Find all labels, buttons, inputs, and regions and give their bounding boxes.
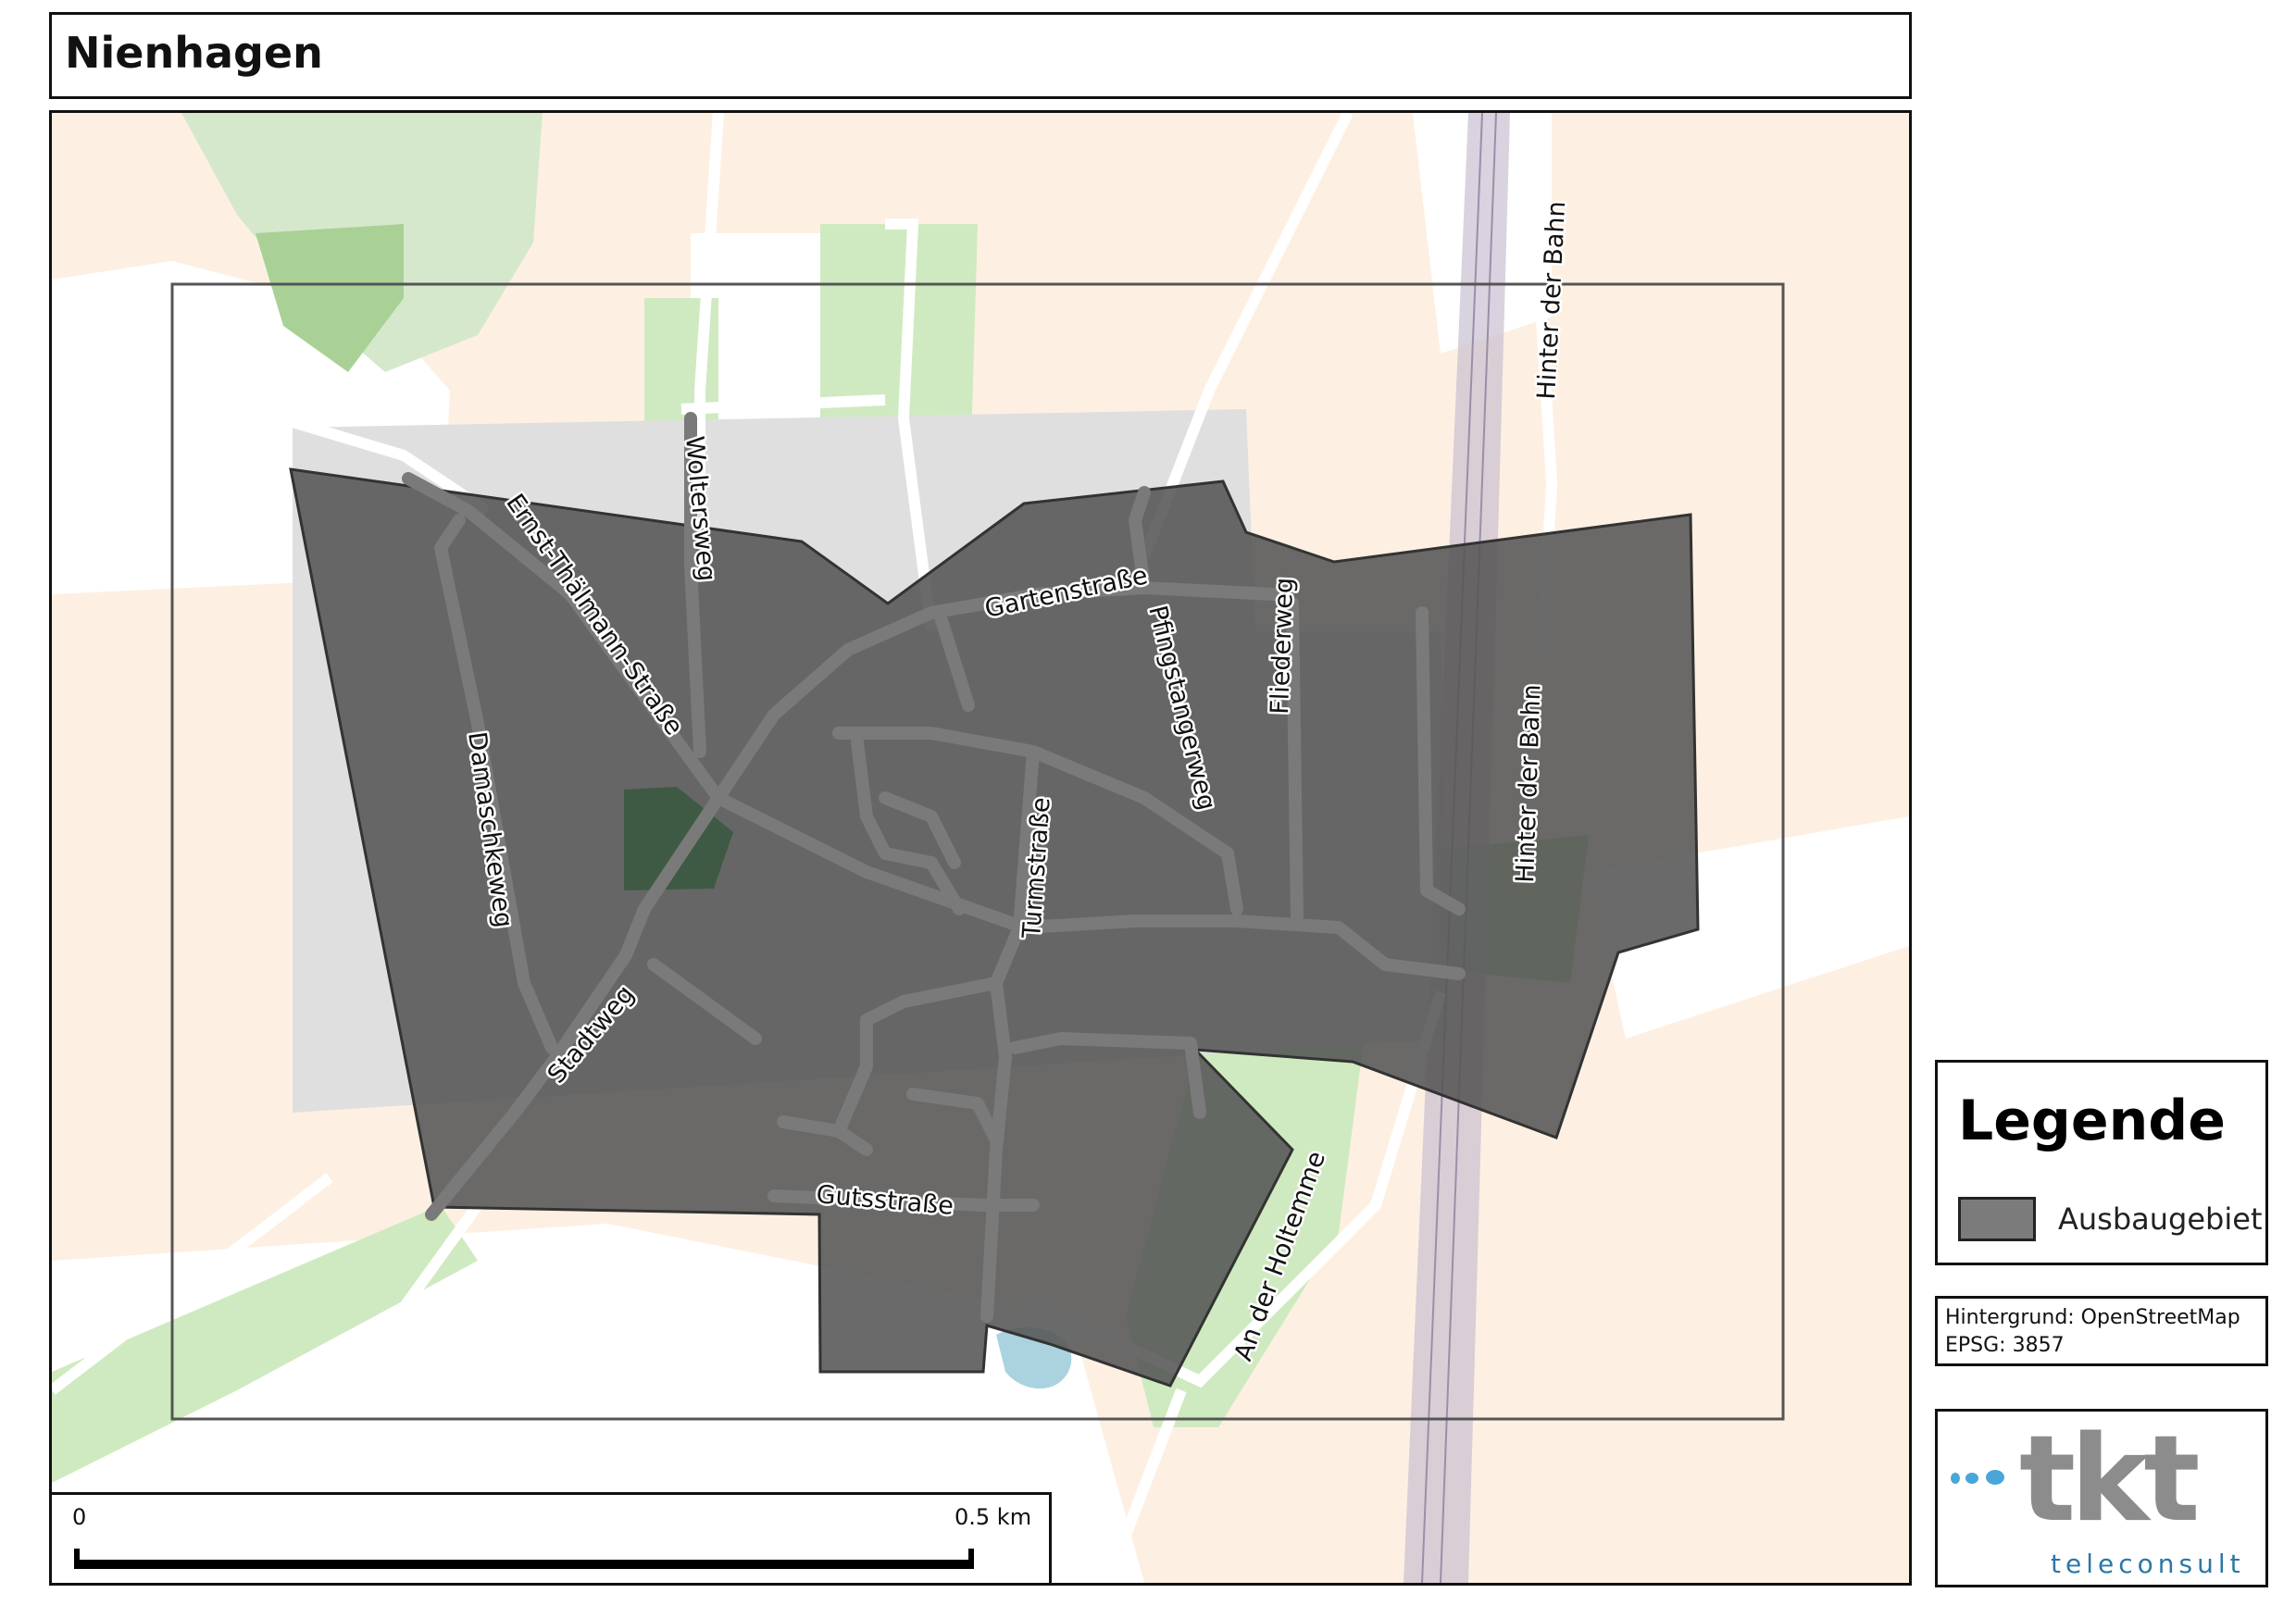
scalebar-start-label: 0	[72, 1504, 87, 1530]
company-logo-subtitle: teleconsult	[2051, 1549, 2245, 1579]
info-box: Hintergrund: OpenStreetMap EPSG: 3857	[1935, 1296, 2268, 1366]
logo-dot-icon	[1986, 1470, 2004, 1485]
map-svg: Ernst-Thälmann-Straße Woltersweg Gartens…	[52, 113, 1909, 1583]
company-logo: tkt	[2019, 1411, 2200, 1549]
title-box: Nienhagen	[49, 12, 1912, 99]
map-title: Nienhagen	[65, 28, 323, 78]
logo-box: tkt teleconsult	[1935, 1409, 2268, 1587]
background-source: Hintergrund: OpenStreetMap	[1945, 1306, 2240, 1329]
legend-box: Legende Ausbaugebiet	[1935, 1060, 2268, 1265]
epsg-code: EPSG: 3857	[1945, 1334, 2065, 1357]
legend-swatch	[1958, 1197, 2036, 1241]
legend-item-label: Ausbaugebiet	[2058, 1201, 2263, 1237]
legend-title: Legende	[1958, 1089, 2226, 1153]
scalebar: 0 0.5 km	[52, 1492, 1052, 1583]
map-canvas[interactable]: Ernst-Thälmann-Straße Woltersweg Gartens…	[49, 110, 1912, 1586]
scalebar-end-label: 0.5 km	[955, 1504, 1032, 1530]
scalebar-tick	[74, 1549, 80, 1569]
scalebar-tick	[968, 1549, 974, 1569]
logo-dot-icon	[1951, 1473, 1960, 1484]
scalebar-line	[74, 1560, 974, 1569]
street-label: Fliederweg	[1266, 577, 1299, 715]
logo-dot-icon	[1965, 1473, 1978, 1484]
